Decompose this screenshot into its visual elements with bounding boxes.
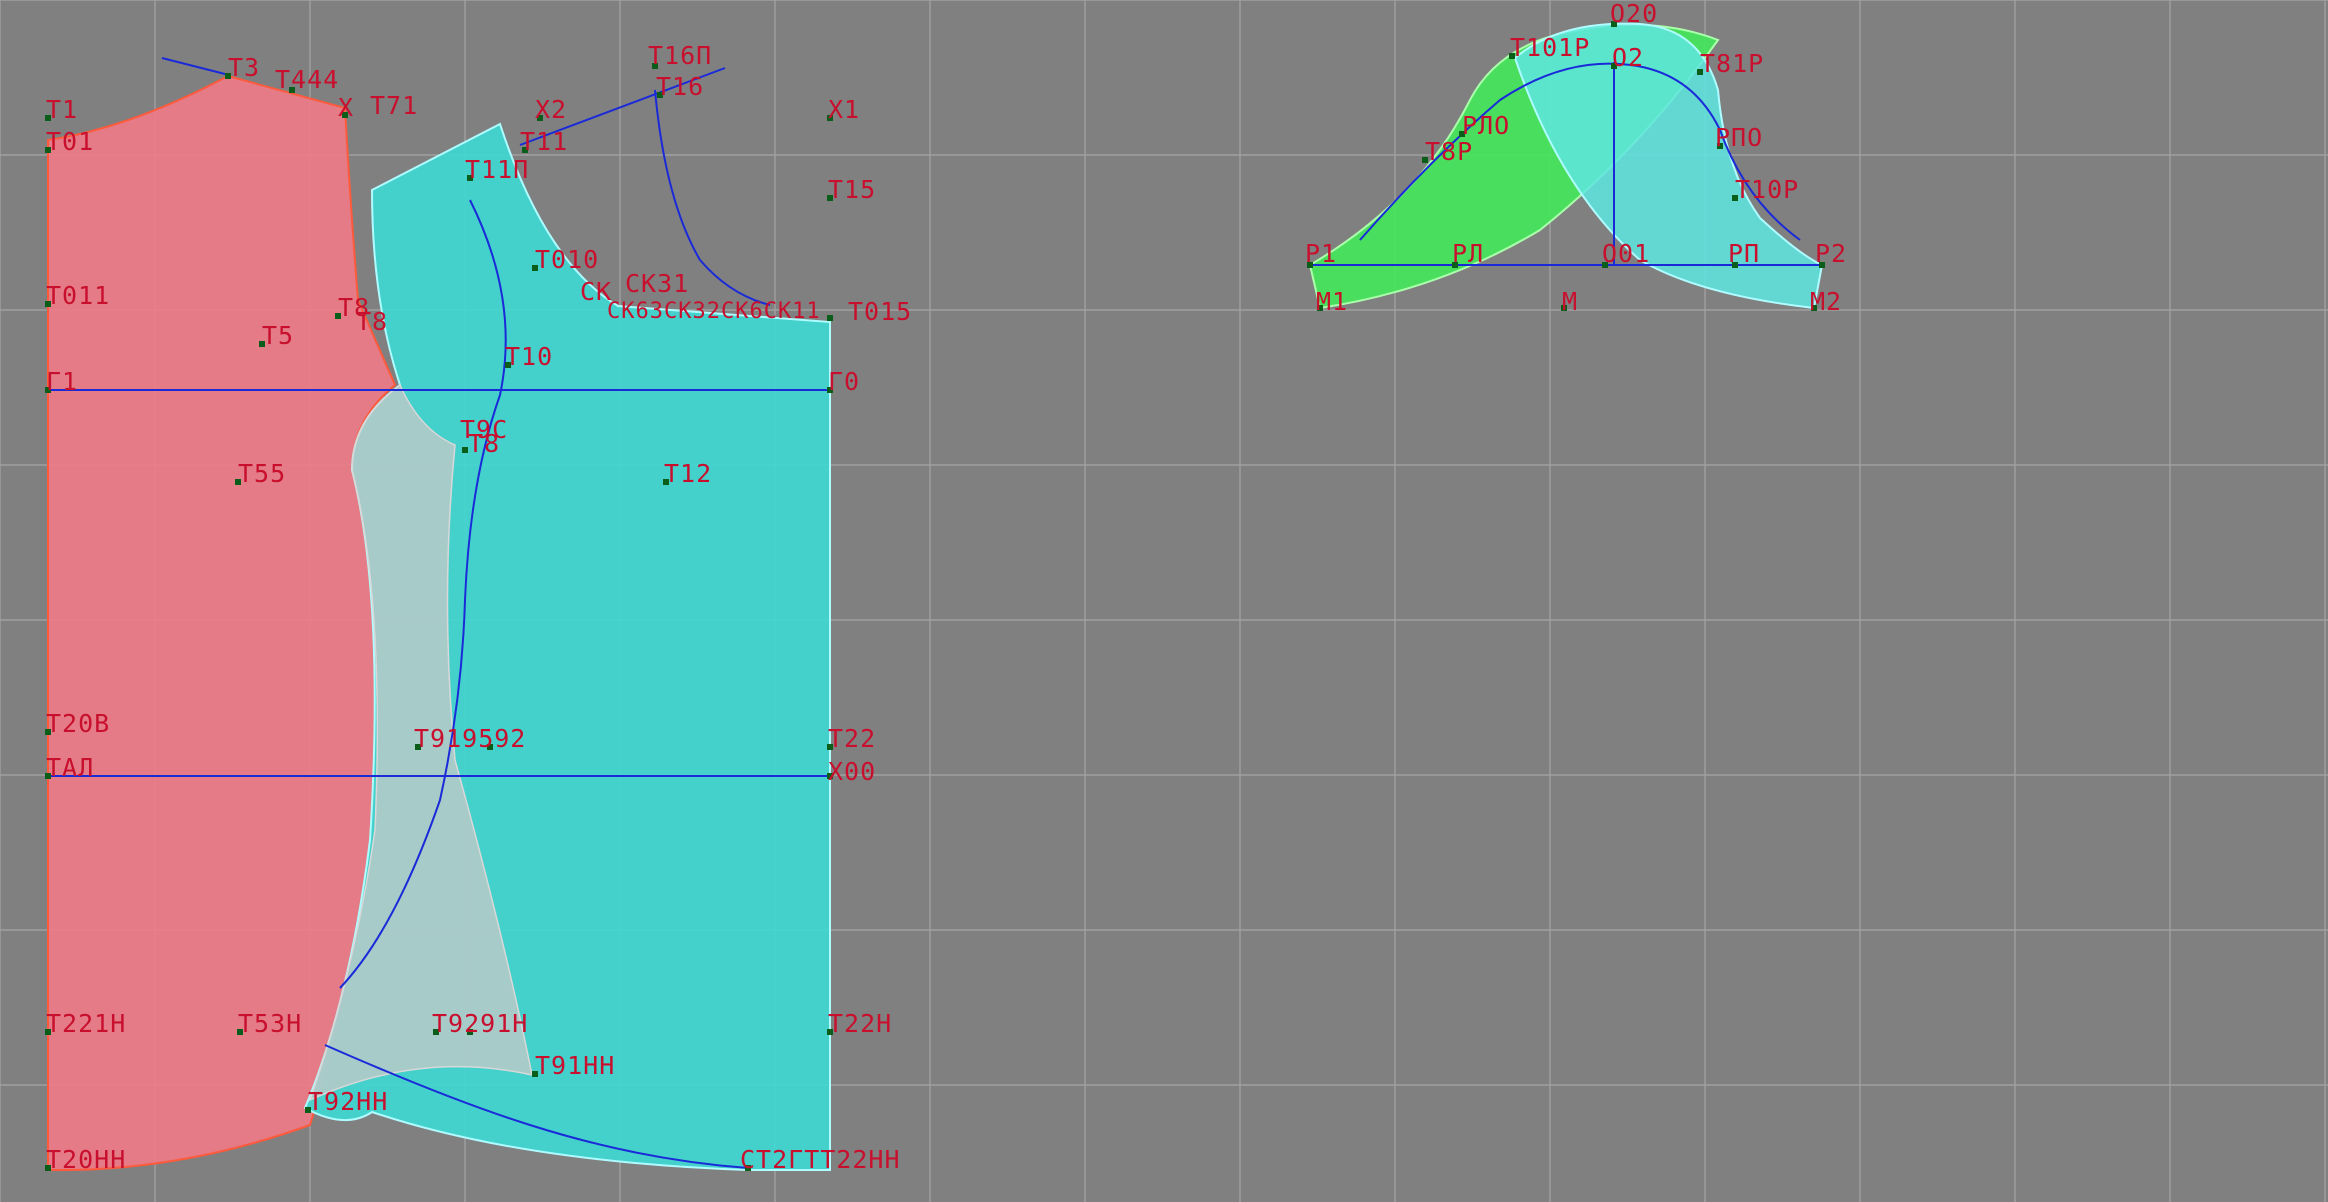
label-t92nn: T92HH: [308, 1087, 388, 1116]
label-t101p: T101P: [1510, 33, 1590, 62]
label-t929: T9291H: [432, 1009, 528, 1038]
label-t16p: T16П: [648, 41, 712, 70]
label-t10r: T10P: [1735, 175, 1799, 204]
label-t10: T10: [505, 342, 553, 371]
label-t12: T12: [664, 459, 712, 488]
label-t011: T011: [46, 281, 110, 310]
label-r2: P2: [1815, 239, 1847, 268]
label-t20nn: T20HH: [46, 1145, 126, 1174]
label-t20v: T20В: [46, 709, 110, 738]
pattern-canvas[interactable]: T1 T01 T011 T3 T444 X T71 X2 T11 T16П T1…: [0, 0, 2328, 1202]
label-t71: T71: [370, 91, 418, 120]
label-t22: T22: [828, 724, 876, 753]
label-x-small: X: [338, 93, 354, 122]
label-t44: T444: [275, 65, 339, 94]
label-x1: X1: [828, 95, 860, 124]
label-r1: P1: [1305, 239, 1337, 268]
label-t5: T5: [262, 321, 294, 350]
label-o20: O20: [1610, 0, 1658, 28]
construction-point: [827, 315, 833, 321]
label-m2: M2: [1810, 287, 1842, 316]
label-t81p: T81P: [1700, 49, 1764, 78]
label-t22n: T22H: [828, 1009, 892, 1038]
label-t21n: T221H: [46, 1009, 126, 1038]
label-ck31: СК31: [625, 269, 689, 298]
label-o2: O2: [1612, 43, 1644, 72]
label-x00: X00: [828, 757, 876, 786]
label-t53n: T53H: [238, 1009, 302, 1038]
label-rl: РЛ: [1452, 239, 1484, 268]
label-x2: X2: [535, 95, 567, 124]
label-t8b: T8: [356, 307, 388, 336]
label-rpo: РПО: [1715, 123, 1763, 152]
label-t1: T1: [46, 95, 78, 124]
label-t015: T015: [848, 297, 912, 326]
label-t91nn: T91HH: [535, 1051, 615, 1080]
label-t16: T16: [656, 72, 704, 101]
label-t11p: T11П: [465, 155, 529, 184]
label-t8c: T8: [468, 429, 500, 458]
label-g0: Г0: [828, 367, 860, 396]
label-rlo: РЛО: [1462, 111, 1510, 140]
label-t11: T11: [520, 127, 568, 156]
label-t919: T919592: [414, 724, 526, 753]
label-t8p: T8P: [1425, 137, 1473, 166]
label-t010: T010: [535, 245, 599, 274]
label-o01: O01: [1602, 239, 1650, 268]
label-t3: T3: [228, 53, 260, 82]
label-t55: T55: [238, 459, 286, 488]
label-skrow: СК63СК32СК6СК11: [607, 299, 821, 324]
label-t122nn: СТ2ГТТ22HH: [740, 1145, 901, 1174]
label-rp: РП: [1728, 239, 1760, 268]
label-g1: Г1: [46, 367, 78, 396]
label-t15: T15: [828, 175, 876, 204]
label-m1: M1: [1316, 287, 1348, 316]
label-m: M: [1562, 287, 1578, 316]
label-tal: TАЛ: [46, 753, 94, 782]
label-t01: T01: [46, 127, 94, 156]
